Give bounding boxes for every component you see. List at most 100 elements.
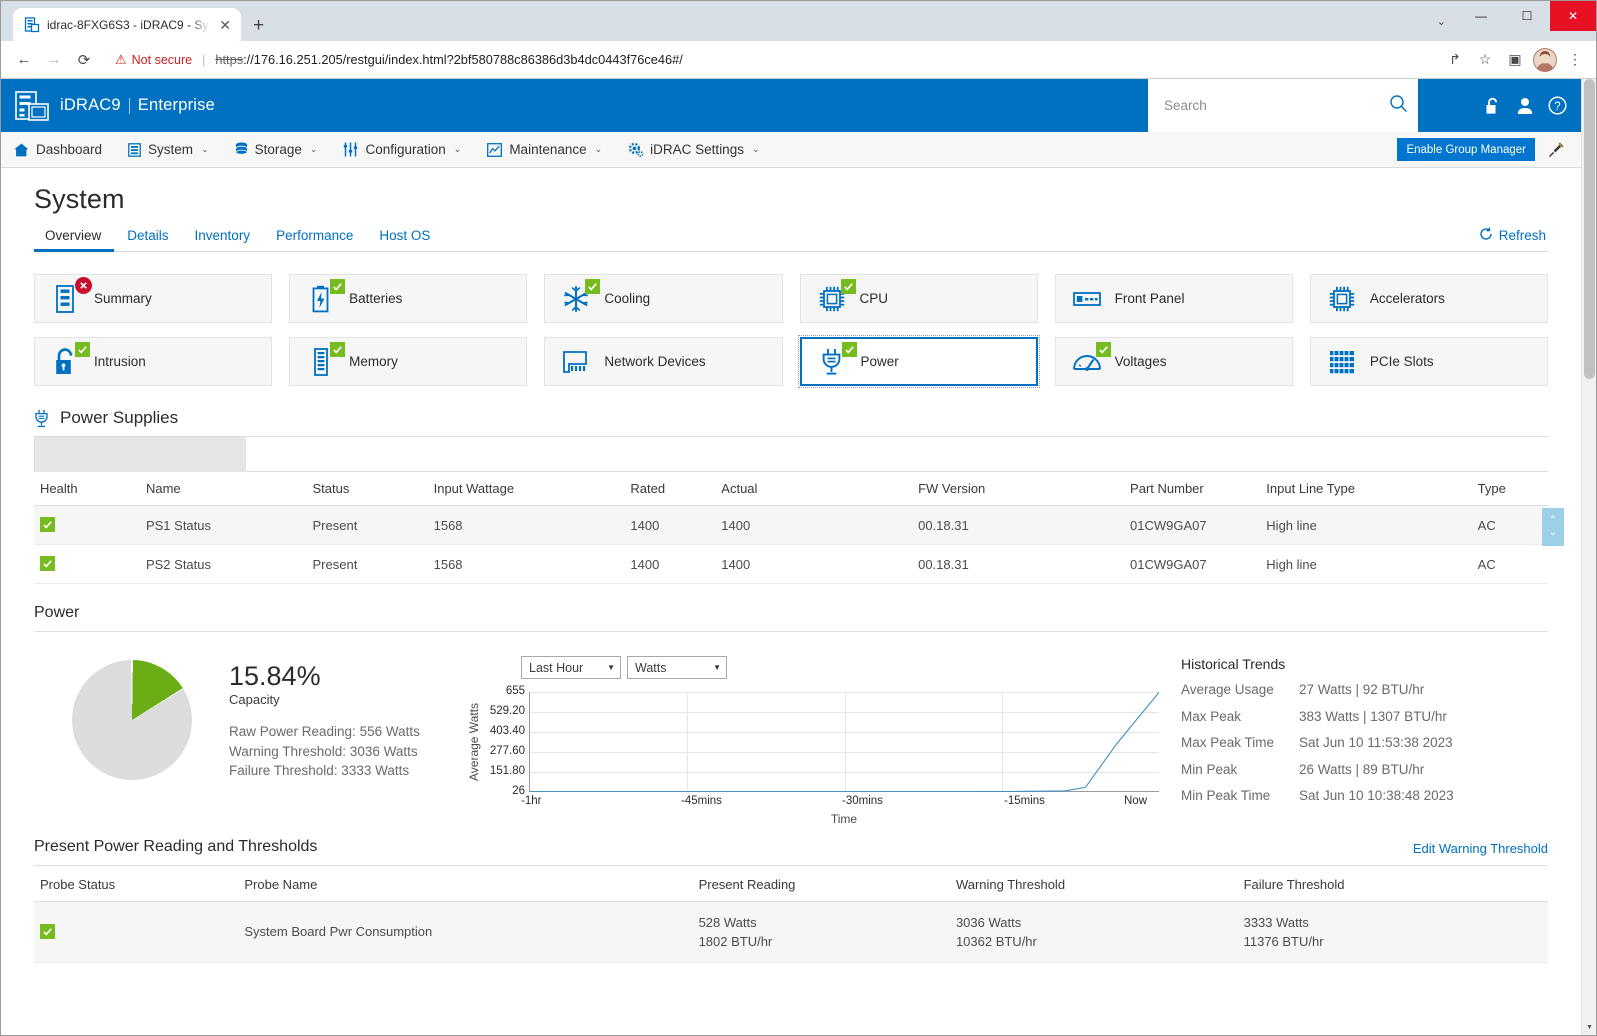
help-icon[interactable]: ? — [1548, 96, 1567, 115]
nav-item-maintenance[interactable]: Maintenance ⌄ — [474, 132, 615, 168]
time-range-select[interactable]: Last Hour ▼ — [521, 656, 621, 679]
browser-tab[interactable]: idrac-8FXG6S3 - iDRAC9 - System ✕ — [13, 8, 241, 41]
address-bar[interactable]: ⚠ Not secure | https://176.16.251.205/re… — [107, 46, 1434, 74]
card-batteries[interactable]: Batteries — [289, 274, 527, 323]
tab-host-os[interactable]: Host OS — [366, 228, 443, 251]
server-icon — [128, 143, 141, 157]
status-badge-ok — [842, 342, 857, 357]
maximize-button[interactable]: ☐ — [1504, 1, 1550, 31]
time-range-value: Last Hour — [529, 661, 583, 675]
edit-warning-threshold-link[interactable]: Edit Warning Threshold — [1413, 841, 1548, 856]
cell-input-line-type: High line — [1260, 506, 1471, 545]
power-section-title: Power — [34, 604, 79, 622]
chart-icon — [487, 143, 502, 157]
share-icon[interactable]: ↱ — [1442, 47, 1468, 73]
tab-close-icon[interactable]: ✕ — [217, 18, 233, 32]
col-failure-threshold: Failure Threshold — [1238, 868, 1548, 902]
capacity-details: Raw Power Reading: 556 Watts Warning Thr… — [229, 722, 469, 781]
col-input-line-type: Input Line Type — [1260, 472, 1471, 506]
card-label-summary: Summary — [94, 291, 152, 306]
power-section-body: 15.84% Capacity Raw Power Reading: 556 W… — [34, 654, 1548, 816]
nav-item-idrac-settings[interactable]: iDRAC Settings ⌄ — [615, 132, 772, 168]
card-network-devices[interactable]: Network Devices — [544, 337, 782, 386]
chrome-menu-icon[interactable]: ⋮ — [1562, 47, 1588, 73]
xtick-1: -45mins — [681, 795, 722, 807]
scroll-up-icon[interactable]: ⌃ — [1549, 516, 1557, 526]
plug-icon — [818, 347, 848, 377]
reload-button[interactable]: ⟳ — [69, 45, 99, 75]
global-search[interactable] — [1148, 79, 1418, 132]
chart-x-ticks: -1hr -45mins -30mins -15mins Now — [509, 795, 1159, 811]
security-indicator[interactable]: ⚠ Not secure — [115, 52, 192, 68]
table-scroll-control[interactable]: ⌃ ⌄ — [1542, 508, 1564, 546]
scroll-down-icon[interactable]: ⌄ — [1549, 528, 1557, 538]
tab-inventory[interactable]: Inventory — [182, 228, 264, 251]
scrollbar-thumb[interactable] — [1584, 79, 1595, 379]
power-chart: Last Hour ▼ Watts ▼ Average Watts 6 — [469, 654, 1159, 804]
raw-power-reading: Raw Power Reading: 556 Watts — [229, 722, 469, 742]
page-content: System Overview Details Inventory Perfor… — [1, 168, 1581, 1035]
col-warning-threshold: Warning Threshold — [950, 868, 1238, 902]
card-accelerators[interactable]: Accelerators — [1310, 274, 1548, 323]
xtick-0: -1hr — [521, 795, 541, 807]
unit-select[interactable]: Watts ▼ — [627, 656, 727, 679]
present-power-header: Present Power Reading and Thresholds Edi… — [34, 838, 1548, 866]
card-intrusion[interactable]: Intrusion — [34, 337, 272, 386]
col-rated: Rated — [624, 472, 715, 506]
status-ok-icon — [40, 556, 55, 571]
nav-item-storage[interactable]: Storage ⌄ — [222, 132, 331, 168]
cell-name: PS2 Status — [140, 545, 307, 584]
cell-actual: 1400 — [715, 506, 912, 545]
browser-titlebar: idrac-8FXG6S3 - iDRAC9 - System ✕ + ⌄ — … — [1, 1, 1596, 41]
card-cooling[interactable]: Cooling — [544, 274, 782, 323]
group-header-row: Output Wattage — [34, 437, 1548, 472]
scrollbar-down-arrow[interactable]: ▼ — [1582, 1020, 1596, 1035]
cell-name: PS1 Status — [140, 506, 307, 545]
bookmark-star-icon[interactable]: ☆ — [1472, 47, 1498, 73]
cell-part-number: 01CW9GA07 — [1124, 506, 1260, 545]
tab-details[interactable]: Details — [114, 228, 181, 251]
table-row[interactable]: PS1 Status Present 1568 1400 1400 00.18.… — [34, 506, 1548, 545]
tab-performance[interactable]: Performance — [263, 228, 366, 251]
avatar — [1533, 48, 1557, 72]
card-label-power: Power — [861, 354, 899, 369]
enable-group-manager-button[interactable]: Enable Group Manager — [1397, 138, 1535, 161]
card-pcie-slots[interactable]: PCIe Slots — [1310, 337, 1548, 386]
card-cpu[interactable]: CPU — [800, 274, 1038, 323]
nav-item-dashboard[interactable]: Dashboard — [1, 132, 115, 168]
close-window-button[interactable]: ✕ — [1550, 1, 1596, 31]
unlock-icon[interactable] — [1485, 97, 1502, 115]
tab-search-icon[interactable]: ⌄ — [1437, 15, 1446, 28]
card-power[interactable]: Power — [800, 337, 1038, 386]
pin-icon[interactable] — [1548, 141, 1565, 163]
chevron-down-icon: ⌄ — [201, 144, 209, 155]
card-memory[interactable]: Memory — [289, 337, 527, 386]
table-row[interactable]: System Board Pwr Consumption 528 Watts 1… — [34, 901, 1548, 962]
page-scrollbar[interactable]: ▲ ▼ — [1581, 79, 1596, 1035]
search-icon[interactable] — [1389, 94, 1408, 118]
pcie-icon — [1327, 347, 1357, 377]
trend-value-min-peak-time: Sat Jun 10 10:38:48 2023 — [1299, 789, 1548, 803]
profile-avatar[interactable] — [1532, 47, 1558, 73]
card-label-cpu: CPU — [860, 291, 889, 306]
cell-fw-version: 00.18.31 — [912, 545, 1124, 584]
user-icon[interactable] — [1517, 97, 1533, 115]
card-summary[interactable]: Summary — [34, 274, 272, 323]
tab-overview[interactable]: Overview — [34, 228, 114, 251]
forward-button[interactable]: → — [39, 45, 69, 75]
search-input[interactable] — [1162, 97, 1389, 114]
ytick-3: 277.60 — [490, 745, 525, 757]
ytick-2: 403.40 — [490, 725, 525, 737]
side-panel-icon[interactable]: ▣ — [1502, 47, 1528, 73]
back-button[interactable]: ← — [9, 45, 39, 75]
nav-item-configuration[interactable]: Configuration ⌄ — [330, 132, 474, 168]
new-tab-button[interactable]: + — [253, 16, 264, 35]
cell-input-wattage: 1568 — [428, 545, 625, 584]
minimize-button[interactable]: — — [1458, 1, 1504, 31]
table-row[interactable]: PS2 Status Present 1568 1400 1400 00.18.… — [34, 545, 1548, 584]
card-voltages[interactable]: Voltages — [1055, 337, 1293, 386]
refresh-button[interactable]: Refresh — [1479, 227, 1546, 244]
card-front-panel[interactable]: Front Panel — [1055, 274, 1293, 323]
status-badge-ok — [75, 342, 90, 357]
nav-item-system[interactable]: System ⌄ — [115, 132, 222, 168]
